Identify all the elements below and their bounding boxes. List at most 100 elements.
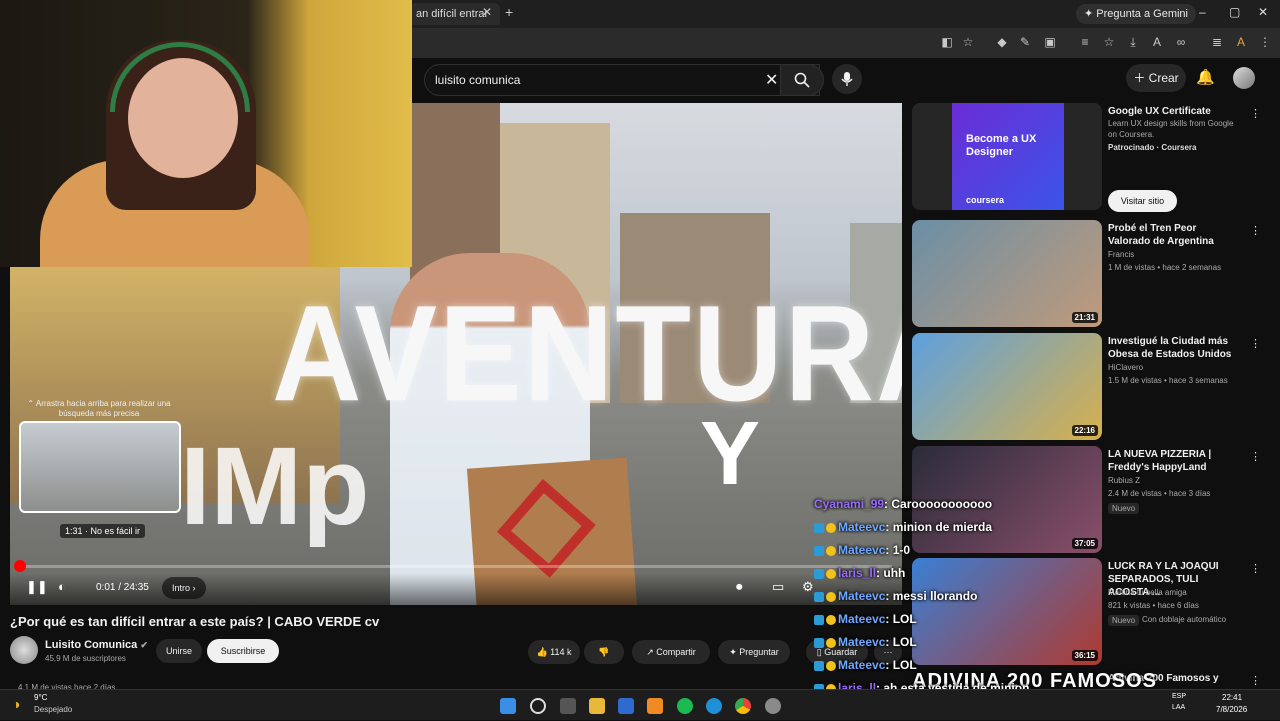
gift-badge-icon	[826, 660, 836, 671]
gemini-label: Pregunta a Gemini	[1096, 8, 1188, 20]
create-button[interactable]: ＋ Crear	[1126, 64, 1186, 92]
tab-close-button[interactable]: ✕	[482, 5, 492, 19]
spotify-icon[interactable]	[677, 698, 693, 714]
clock-time[interactable]: 22:41	[1222, 693, 1242, 702]
channel-name: Rubius Z	[1108, 476, 1141, 485]
star-icon[interactable]: ☆	[961, 35, 975, 49]
progress-bar[interactable]	[20, 565, 892, 568]
edge-icon[interactable]	[706, 698, 722, 714]
extension-puzzle-icon[interactable]: ▣	[1043, 35, 1057, 49]
chrome-icon[interactable]	[735, 698, 751, 714]
chat-badges	[814, 540, 838, 560]
search-icon[interactable]	[530, 698, 546, 714]
clear-search-icon[interactable]: ✕	[765, 70, 778, 90]
more-vert-icon[interactable]: ⋮	[1250, 107, 1261, 120]
store-icon[interactable]	[618, 698, 634, 714]
gift-badge-icon	[826, 614, 836, 625]
reading-list-icon[interactable]: ≣	[1210, 35, 1224, 49]
ask-button[interactable]: ✦ Preguntar	[718, 640, 790, 664]
verified-icon: ✔	[140, 640, 148, 650]
pause-icon[interactable]: ❚❚	[26, 579, 48, 595]
overlay-title: AVENTURA	[272, 278, 902, 430]
translate-icon[interactable]: A	[1150, 35, 1164, 49]
extension-icon[interactable]: ◆	[995, 35, 1009, 49]
app-icon[interactable]	[765, 698, 781, 714]
like-button[interactable]: 👍 114 k	[528, 640, 580, 664]
share-button[interactable]: ↗ Compartir	[632, 640, 710, 664]
more-vert-icon[interactable]: ⋮	[1250, 224, 1261, 237]
chapter-button[interactable]: Intro ›	[162, 577, 206, 599]
account-avatar[interactable]	[1233, 67, 1255, 89]
chat-username: Mateevc	[838, 589, 886, 603]
extension-icon[interactable]: ✎	[1018, 35, 1032, 49]
voice-search-button[interactable]	[832, 64, 862, 94]
channel-avatar[interactable]	[10, 636, 38, 664]
close-window-button[interactable]: ✕	[1258, 5, 1268, 19]
language-indicator[interactable]: ESP	[1172, 693, 1186, 700]
recommended-video[interactable]: 22:16 Investigué la Ciudad más Obesa de …	[912, 333, 1262, 441]
more-vert-icon[interactable]: ⋮	[1250, 337, 1261, 350]
join-button[interactable]: Unirse	[156, 639, 202, 663]
chapter-label: Intro	[172, 583, 191, 593]
channel-name-text: Luisito Comunica	[45, 639, 138, 651]
link-icon[interactable]: ∞	[1174, 35, 1188, 49]
search-button[interactable]	[780, 64, 824, 96]
vlc-icon[interactable]	[647, 698, 663, 714]
sparkle-icon: ✦	[729, 647, 740, 657]
chat-message: Mateevc: 1-0	[814, 540, 910, 560]
download-icon[interactable]: ⤓	[1126, 35, 1140, 49]
chat-text: : messi llorando	[885, 589, 978, 603]
dislike-button[interactable]: 👎	[584, 640, 624, 664]
more-vert-icon[interactable]: ⋮	[1250, 562, 1261, 575]
chat-message: Mateevc: minion de mierda	[814, 517, 992, 537]
gemini-button[interactable]: ✦ Pregunta a Gemini	[1076, 4, 1196, 24]
new-tab-button[interactable]: +	[505, 4, 513, 20]
task-view-icon[interactable]	[560, 698, 576, 714]
minimize-button[interactable]: –	[1199, 5, 1206, 19]
subscribe-button[interactable]: Suscribirse	[207, 639, 279, 663]
seek-preview-thumbnail	[19, 421, 181, 513]
sponsored-ad[interactable]: Become a UX Designer coursera Google UX …	[912, 103, 1262, 212]
recommended-video[interactable]: 21:31 Probé el Tren Peor Valorado de Arg…	[912, 220, 1262, 328]
progress-scrubber[interactable]	[14, 560, 26, 572]
file-explorer-icon[interactable]	[589, 698, 605, 714]
clock-date[interactable]: 7/8/2026	[1216, 705, 1247, 714]
search-input[interactable]: luisito comunica	[435, 73, 520, 87]
share-icon: ↗	[646, 647, 657, 657]
bell-icon[interactable]: 🔔	[1196, 68, 1215, 86]
captions-icon[interactable]: ▭	[772, 579, 784, 595]
maximize-button[interactable]: ▢	[1229, 5, 1240, 19]
coursera-logo: coursera	[966, 195, 1005, 205]
subscriber-badge-icon	[814, 568, 824, 579]
autoplay-toggle[interactable]: ⏺	[736, 579, 743, 595]
tab-search-icon[interactable]: ≡	[1078, 35, 1092, 49]
ad-creative: Become a UX Designer coursera	[952, 103, 1064, 210]
duration-badge: 22:16	[1071, 425, 1098, 436]
volume-icon[interactable]: ◐	[58, 579, 66, 594]
channel-name[interactable]: Luisito Comunica ✔	[45, 639, 148, 651]
chat-text: : uhh	[876, 566, 906, 580]
recommended-video[interactable]: 36:15 LUCK RA Y LA JOAQUI SEPARADOS, TUL…	[912, 558, 1262, 666]
video-title: Investigué la Ciudad más Obesa de Estado…	[1108, 336, 1232, 360]
profile-icon[interactable]: A	[1234, 35, 1248, 49]
video-thumbnail: 22:16	[912, 333, 1102, 440]
visit-site-button[interactable]: Visitar sitio	[1108, 190, 1177, 212]
preview-hint: ⌃ Arrastra hacia arriba para realizar un…	[27, 399, 171, 418]
screen-share-icon[interactable]: ◧	[940, 35, 954, 49]
chat-username: Mateevc	[838, 612, 886, 626]
more-vert-icon[interactable]: ⋮	[1250, 674, 1261, 687]
keyboard-layout[interactable]: LAA	[1172, 704, 1185, 711]
subscriber-badge-icon	[814, 660, 824, 671]
menu-icon[interactable]: ⋮	[1258, 35, 1272, 49]
start-icon[interactable]	[500, 698, 516, 714]
more-vert-icon[interactable]: ⋮	[1250, 450, 1261, 463]
video-meta: 1.5 M de vistas • hace 3 semanas	[1108, 376, 1228, 385]
chat-text: : minion de mierda	[885, 520, 993, 534]
settings-gear-icon[interactable]: ⚙	[802, 579, 814, 595]
search-box[interactable]: luisito comunica ✕	[424, 64, 820, 96]
channel-name: Martina tu bella amiga	[1108, 588, 1187, 597]
chat-message: Mateevc: LOL	[814, 632, 917, 652]
ask-label: Preguntar	[739, 647, 779, 657]
bookmarks-icon[interactable]: ☆	[1102, 35, 1116, 49]
subscriber-count: 45.9 M de suscriptores	[45, 654, 126, 663]
